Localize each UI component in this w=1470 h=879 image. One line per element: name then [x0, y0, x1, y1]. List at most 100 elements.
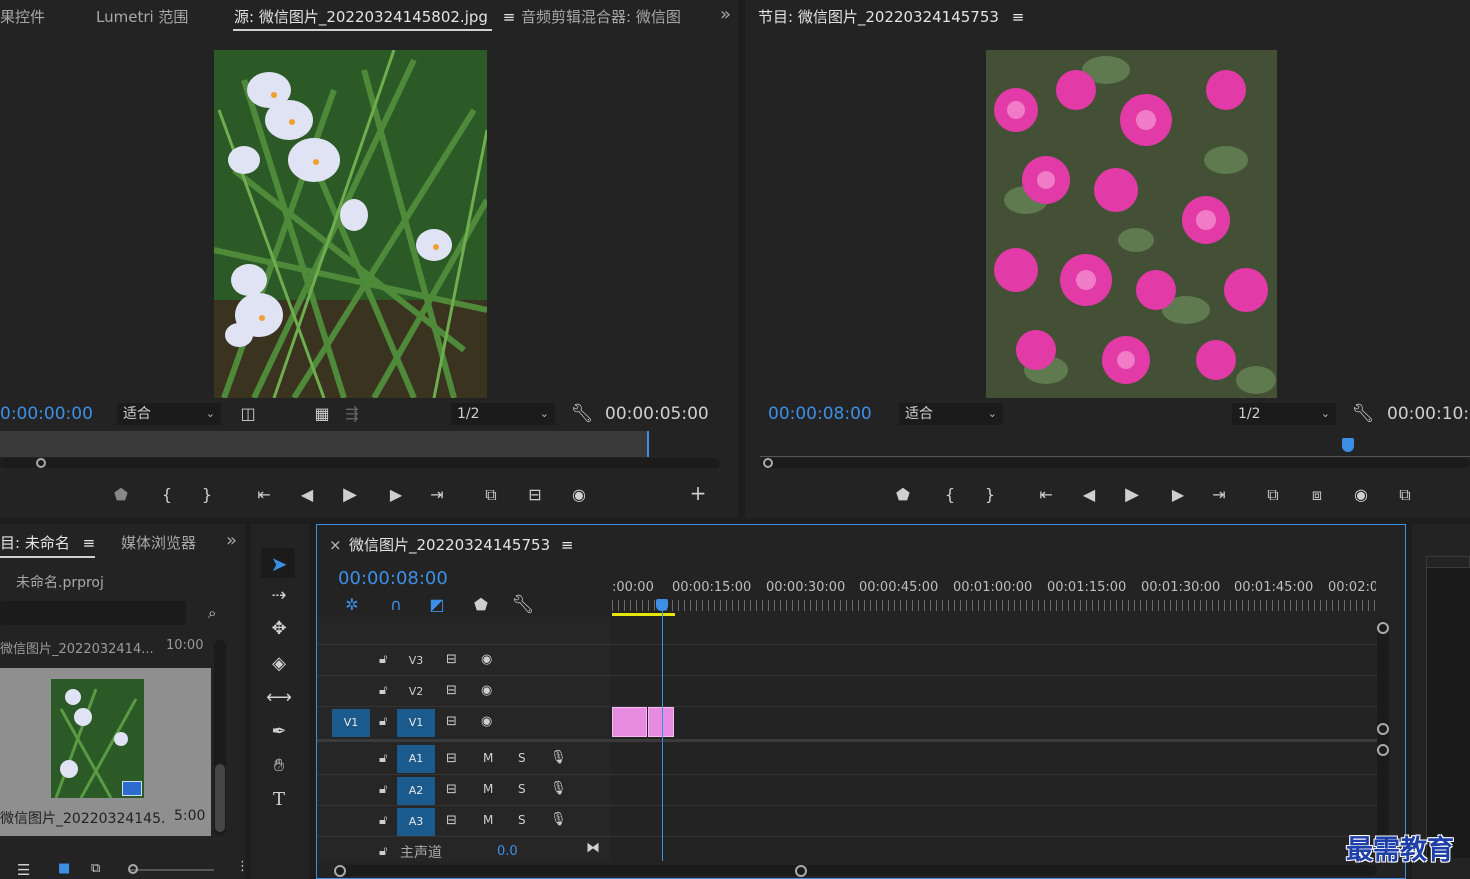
toggle-sync-lock-icon[interactable]: ⊟	[446, 683, 457, 698]
menu-icon[interactable]: ≡	[83, 534, 96, 552]
scroll-handle[interactable]	[795, 865, 807, 877]
track-label-v2[interactable]: V2	[397, 678, 435, 706]
export-frame-icon[interactable]: ◉	[567, 485, 591, 505]
lift-icon[interactable]: ⧉	[1261, 485, 1285, 505]
source-time-ruler[interactable]	[0, 431, 648, 457]
go-to-in-icon[interactable]: ⇤	[1034, 485, 1058, 505]
track-label-a1[interactable]: A1	[397, 745, 435, 773]
add-marker-icon[interactable]: ⬟	[891, 485, 915, 505]
scroll-handle[interactable]	[1377, 622, 1389, 634]
project-search-input[interactable]	[0, 601, 186, 625]
track-label-v3[interactable]: V3	[397, 647, 435, 675]
go-to-out-icon[interactable]: ⇥	[1207, 485, 1231, 505]
play-icon[interactable]: ▶︎	[338, 485, 362, 505]
timeline-vertical-scrollbar[interactable]	[1377, 620, 1389, 858]
toggle-sync-lock-icon[interactable]: ⊟	[446, 813, 457, 828]
lock-track-icon[interactable]: 🔓︎	[379, 714, 387, 729]
track-label-a3[interactable]: A3	[397, 808, 435, 836]
scroll-handle[interactable]	[334, 865, 346, 877]
track-select-tool-icon[interactable]: ⇢	[264, 582, 294, 610]
lock-track-icon[interactable]: 🔓︎	[379, 813, 387, 828]
timeline-horizontal-scrollbar[interactable]	[333, 865, 1377, 876]
timeline-close-icon[interactable]: ×	[329, 536, 342, 554]
project-scrollbar-thumb[interactable]	[215, 764, 225, 832]
lock-track-icon[interactable]: 🔓︎	[379, 782, 387, 797]
mute-track-button[interactable]: M	[483, 751, 493, 765]
solo-track-button[interactable]: S	[518, 813, 526, 827]
button-editor-plus-icon[interactable]: +	[686, 483, 710, 503]
extract-icon[interactable]: ⧈	[1305, 485, 1329, 505]
voice-over-record-icon[interactable]: 🎙︎	[550, 781, 567, 796]
mark-out-icon[interactable]: }	[195, 485, 219, 505]
new-search-bin-icon[interactable]: ⌕	[208, 604, 216, 622]
master-volume-value[interactable]: 0.0	[497, 844, 518, 859]
program-panel-title[interactable]: 节目: 微信图片_20220324145753 ≡	[758, 6, 1024, 27]
timeline-playhead-line[interactable]	[662, 611, 663, 861]
timeline-playhead-timecode[interactable]: 00:00:08:00	[338, 568, 448, 589]
wrench-settings-icon[interactable]: 🔧︎	[1351, 404, 1375, 424]
tab-audio-clip-mixer[interactable]: 音频剪辑混合器: 微信图	[521, 6, 691, 27]
toggle-sync-lock-icon[interactable]: ⊟	[446, 782, 457, 797]
toggle-track-output-eye-icon[interactable]: ◉	[481, 652, 492, 667]
source-playhead-timecode[interactable]: 0:00:00:00	[0, 404, 93, 424]
program-fit-dropdown[interactable]: 适合 ⌄	[899, 403, 1003, 425]
panel-overflow-icon[interactable]: »	[720, 4, 731, 25]
mute-track-button[interactable]: M	[483, 813, 493, 827]
snap-magnet-icon[interactable]: ∩	[384, 595, 408, 615]
wrench-settings-icon[interactable]: 🔧︎	[570, 404, 594, 424]
slip-tool-icon[interactable]: ⟷	[264, 684, 294, 712]
toggle-track-output-eye-icon[interactable]: ◉	[481, 683, 492, 698]
lock-track-icon[interactable]: 🔓︎	[379, 683, 387, 698]
go-to-out-icon[interactable]: ⇥	[425, 485, 449, 505]
tab-media-browser[interactable]: 媒体浏览器	[121, 532, 199, 553]
razor-tool-icon[interactable]: ◈	[264, 650, 294, 678]
project-item-card[interactable]: 微信图片_20220324145... 5:00	[0, 668, 211, 836]
source-patch-v1[interactable]: V1	[332, 709, 370, 737]
source-fit-dropdown[interactable]: 适合 ⌄	[117, 403, 221, 425]
thumbnail-zoom-handle[interactable]	[128, 864, 138, 874]
ripple-edit-tool-icon[interactable]: ✥	[264, 615, 294, 643]
menu-icon[interactable]: ≡	[503, 8, 516, 26]
step-forward-icon[interactable]: ▶︎	[1166, 485, 1190, 505]
menu-icon[interactable]: ≡	[561, 536, 574, 554]
timeline-ruler-ticks[interactable]	[612, 600, 1377, 611]
step-back-icon[interactable]: ◀︎	[1077, 485, 1101, 505]
selection-tool-icon[interactable]: ➤	[264, 550, 294, 578]
drag-audio-icon[interactable]: ⇶	[340, 404, 364, 424]
thumbnail-zoom-slider[interactable]	[130, 869, 214, 871]
program-time-ruler[interactable]	[760, 440, 1470, 457]
work-area-bar[interactable]	[612, 613, 675, 616]
safe-margins-icon[interactable]: ◫	[236, 404, 260, 424]
video-clip[interactable]	[612, 707, 647, 737]
toggle-sync-lock-icon[interactable]: ⊟	[446, 751, 457, 766]
mark-in-icon[interactable]: {	[155, 485, 179, 505]
program-playhead-marker[interactable]	[1342, 438, 1354, 452]
scroll-handle[interactable]	[1377, 744, 1389, 756]
add-marker-icon[interactable]: ⬟	[469, 595, 493, 615]
type-tool-icon[interactable]: T	[264, 786, 294, 814]
toggle-sync-lock-icon[interactable]: ⊟	[446, 652, 457, 667]
video-clip[interactable]	[648, 707, 674, 737]
step-back-icon[interactable]: ◀︎	[295, 485, 319, 505]
source-resolution-dropdown[interactable]: 1/2 ⌄	[451, 403, 555, 425]
timeline-tab[interactable]: 微信图片_20220324145753 ≡	[349, 534, 573, 555]
go-to-end-icon[interactable]: ⧓	[586, 840, 600, 856]
comparison-view-icon[interactable]: ⧉	[1393, 485, 1417, 505]
overwrite-icon[interactable]: ⊟	[523, 485, 547, 505]
program-resolution-dropdown[interactable]: 1/2 ⌄	[1232, 403, 1336, 425]
drag-video-icon[interactable]: ▦	[310, 404, 334, 424]
mark-in-icon[interactable]: {	[938, 485, 962, 505]
voice-over-record-icon[interactable]: 🎙︎	[550, 750, 567, 765]
source-zoom-handle[interactable]	[36, 458, 46, 468]
track-label-v1[interactable]: V1	[397, 709, 435, 737]
insert-icon[interactable]: ⧉	[479, 485, 503, 505]
export-frame-icon[interactable]: ◉	[1349, 485, 1373, 505]
program-playhead-timecode[interactable]: 00:00:08:00	[768, 404, 872, 424]
step-forward-icon[interactable]: ▶︎	[384, 485, 408, 505]
track-label-a2[interactable]: A2	[397, 777, 435, 805]
tab-effect-controls[interactable]: 果控件	[0, 6, 45, 27]
freeform-view-icon[interactable]: ⧉	[91, 861, 100, 876]
scroll-handle[interactable]	[1377, 723, 1389, 735]
list-view-icon[interactable]: ☰	[17, 861, 30, 879]
toggle-track-output-eye-icon[interactable]: ◉	[481, 714, 492, 729]
